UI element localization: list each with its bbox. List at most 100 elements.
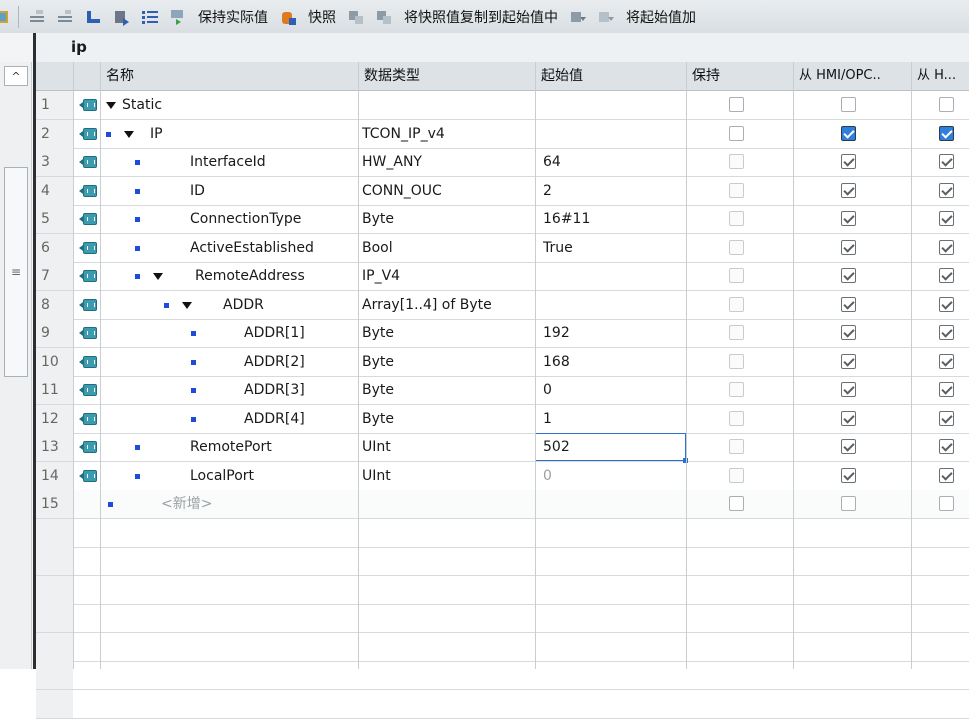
hmi-writable-checkbox[interactable] — [939, 410, 954, 426]
table-row[interactable]: 6 ActiveEstablished Bool True — [36, 233, 969, 263]
expand-triangle-icon[interactable] — [106, 102, 116, 109]
retain-checkbox[interactable] — [729, 211, 744, 226]
hmi-accessible-checkbox[interactable] — [841, 182, 856, 198]
retain-checkbox[interactable] — [729, 154, 744, 169]
table-row[interactable]: 3 InterfaceId HW_ANY 64 — [36, 148, 969, 177]
table-row[interactable]: 13 RemotePort UInt 502 — [36, 433, 969, 463]
keep-actual-values-button[interactable]: 保持实际值 — [198, 7, 268, 27]
member-name[interactable]: ADDR[3] — [244, 376, 358, 404]
member-name[interactable]: ActiveEstablished — [190, 234, 358, 262]
hmi-accessible-checkbox[interactable] — [841, 382, 856, 397]
hmi-writable-checkbox[interactable] — [939, 496, 954, 511]
member-name[interactable]: ConnectionType — [190, 205, 358, 233]
retain-checkbox[interactable] — [729, 97, 744, 112]
retain-checkbox[interactable] — [729, 439, 744, 454]
hmi-accessible-checkbox[interactable] — [841, 439, 856, 454]
snapshot-button[interactable]: 快照 — [308, 7, 336, 27]
table-row[interactable]: 14 LocalPort UInt 0 — [36, 461, 969, 491]
copy-snapshot-to-start-button[interactable]: 将快照值复制到起始值中 — [404, 7, 558, 27]
hmi-accessible-checkbox[interactable] — [841, 296, 856, 312]
retain-checkbox[interactable] — [729, 496, 744, 511]
hmi-accessible-checkbox[interactable] — [841, 325, 856, 340]
member-datatype[interactable]: Byte — [362, 205, 535, 233]
member-name[interactable]: LocalPort — [190, 462, 358, 490]
hmi-writable-checkbox[interactable] — [939, 154, 954, 169]
retain-checkbox[interactable] — [729, 410, 744, 426]
table-row[interactable]: 2 IP TCON_IP_v4 — [36, 119, 969, 149]
member-name[interactable]: ADDR[2] — [244, 348, 358, 376]
table-row[interactable]: 12 ADDR[4] Byte 1 — [36, 404, 969, 434]
hmi-writable-checkbox[interactable] — [939, 211, 954, 226]
member-start-value[interactable]: 64 — [543, 148, 683, 176]
member-name[interactable]: RemotePort — [190, 433, 358, 461]
load-start-values-button[interactable]: 将起始值加 — [626, 7, 696, 27]
table-row[interactable]: 4 ID CONN_OUC 2 — [36, 176, 969, 206]
member-datatype[interactable]: TCON_IP_v4 — [362, 120, 535, 148]
hmi-accessible-checkbox[interactable] — [841, 467, 856, 483]
member-datatype[interactable]: Byte — [362, 405, 535, 433]
member-start-value[interactable]: 0 — [543, 462, 683, 490]
snapshot-icon[interactable] — [277, 7, 299, 27]
member-name[interactable]: Static — [122, 91, 358, 119]
member-datatype[interactable]: Byte — [362, 376, 535, 404]
hmi-accessible-checkbox[interactable] — [841, 154, 856, 169]
add-row-icon[interactable] — [55, 7, 77, 27]
member-start-value[interactable]: 192 — [543, 319, 683, 347]
table-row[interactable]: 7 RemoteAddress IP_V4 — [36, 262, 969, 291]
table-row[interactable]: 9 ADDR[1] Byte 192 — [36, 319, 969, 348]
table-row[interactable]: 15 <新增> — [36, 490, 969, 519]
load-start-icon[interactable] — [567, 7, 589, 27]
member-name[interactable]: InterfaceId — [190, 148, 358, 176]
retain-checkbox[interactable] — [729, 467, 744, 483]
member-start-value[interactable]: True — [543, 234, 683, 262]
member-datatype[interactable]: Byte — [362, 348, 535, 376]
hmi-accessible-checkbox[interactable] — [841, 211, 856, 226]
hmi-writable-checkbox[interactable] — [939, 382, 954, 397]
member-datatype[interactable] — [362, 490, 535, 518]
member-name[interactable]: ID — [190, 177, 358, 205]
hmi-writable-checkbox[interactable] — [939, 439, 954, 454]
table-row[interactable]: 10 ADDR[2] Byte 168 — [36, 347, 969, 377]
hmi-accessible-checkbox[interactable] — [841, 239, 856, 255]
expand-triangle-icon[interactable] — [124, 130, 134, 138]
hmi-accessible-checkbox[interactable] — [841, 97, 856, 112]
header-start-value[interactable]: 起始值 — [535, 62, 686, 90]
member-datatype[interactable]: UInt — [362, 433, 535, 461]
toolbar-icon-edge[interactable] — [0, 7, 10, 27]
retain-checkbox[interactable] — [729, 382, 744, 397]
member-datatype[interactable]: IP_V4 — [362, 262, 535, 290]
retain-checkbox[interactable] — [729, 268, 744, 283]
hmi-writable-checkbox[interactable] — [939, 353, 954, 369]
snapshot-copy-icon[interactable] — [345, 7, 367, 27]
member-datatype[interactable]: Byte — [362, 319, 535, 347]
table-row[interactable]: 11 ADDR[3] Byte 0 — [36, 376, 969, 405]
member-start-value[interactable]: 502 — [543, 433, 683, 461]
member-start-value[interactable] — [543, 291, 683, 319]
member-datatype[interactable]: UInt — [362, 462, 535, 490]
expand-triangle-icon[interactable] — [182, 301, 192, 309]
hmi-writable-checkbox[interactable] — [939, 268, 954, 283]
hmi-writable-checkbox[interactable] — [939, 97, 954, 112]
member-name[interactable]: ADDR[4] — [244, 405, 358, 433]
retain-checkbox[interactable] — [729, 353, 744, 369]
hmi-writable-checkbox[interactable] — [939, 182, 954, 198]
member-datatype[interactable]: Bool — [362, 234, 535, 262]
scroll-thumb[interactable]: ≡ — [4, 167, 28, 377]
insert-row-icon[interactable] — [27, 7, 49, 27]
retain-checkbox[interactable] — [729, 325, 744, 340]
expand-all-icon[interactable] — [83, 7, 105, 27]
vertical-scrollbar[interactable]: ^ ≡ — [0, 62, 32, 669]
retain-checkbox[interactable] — [729, 182, 744, 198]
hmi-accessible-checkbox[interactable] — [841, 496, 856, 511]
retain-checkbox[interactable] — [729, 296, 744, 312]
member-start-value[interactable]: 1 — [543, 405, 683, 433]
hmi-accessible-checkbox[interactable] — [841, 268, 856, 283]
table-row[interactable]: 5 ConnectionType Byte 16#11 — [36, 205, 969, 234]
hmi-writable-checkbox[interactable] — [939, 467, 954, 483]
hmi-accessible-checkbox[interactable] — [841, 353, 856, 369]
member-name[interactable]: <新增> — [161, 490, 358, 518]
expand-triangle-icon[interactable] — [153, 273, 163, 280]
hmi-writable-checkbox[interactable] — [939, 125, 954, 141]
table-row[interactable]: 1 Static — [36, 91, 969, 120]
hmi-writable-checkbox[interactable] — [939, 239, 954, 255]
